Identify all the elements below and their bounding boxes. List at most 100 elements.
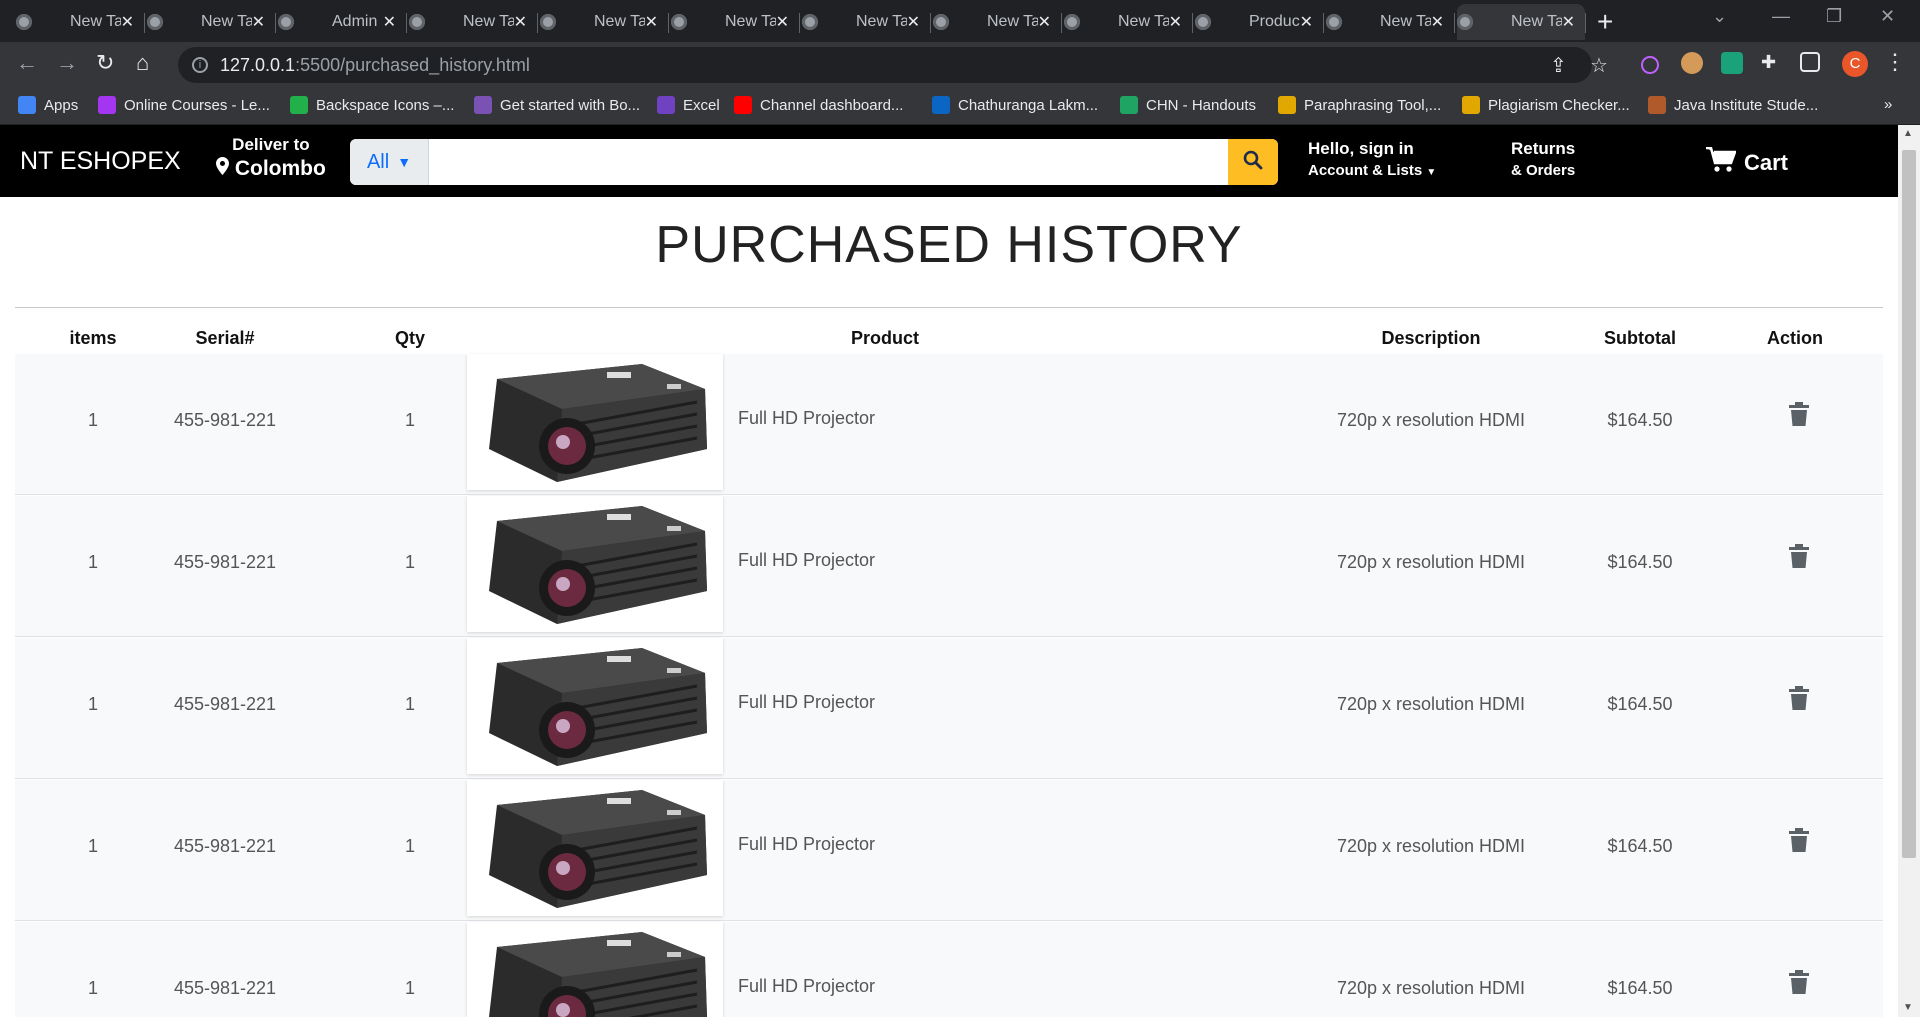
browser-tab[interactable]: New Tab ✕ — [933, 4, 1062, 40]
browser-tab[interactable]: New Tab ✕ — [671, 4, 800, 40]
restore-button[interactable]: ❐ — [1826, 6, 1842, 27]
side-panel-icon[interactable] — [1800, 52, 1820, 72]
extension-cookie-icon[interactable] — [1681, 52, 1703, 74]
browser-menu-icon[interactable]: ⋮ — [1884, 49, 1906, 75]
close-tab-icon[interactable]: ✕ — [1169, 12, 1182, 32]
tab-title: New Tab — [70, 13, 121, 30]
product-image[interactable] — [467, 354, 723, 490]
close-tab-icon[interactable]: ✕ — [252, 12, 265, 32]
tab-title: New Tab — [1118, 13, 1169, 30]
bookmark-item[interactable]: Plagiarism Checker... — [1462, 96, 1630, 114]
profile-avatar[interactable]: C — [1842, 51, 1868, 77]
bookmarks-overflow-icon[interactable]: » — [1884, 96, 1892, 113]
tab-search-icon[interactable]: ⌄ — [1712, 6, 1727, 27]
cell-description: 720p x resolution HDMI — [1336, 410, 1526, 430]
browser-tab[interactable]: Admin Panel ✕ — [278, 4, 407, 40]
home-icon[interactable]: ⌂ — [136, 50, 149, 76]
browser-tab[interactable]: New Tab ✕ — [147, 4, 276, 40]
cell-serial: 455-981-221 — [173, 836, 277, 856]
bookmark-item[interactable]: Channel dashboard... — [734, 96, 903, 114]
search-button[interactable] — [1228, 139, 1278, 185]
cell-subtotal: $164.50 — [1607, 978, 1673, 998]
bookmark-item[interactable]: Get started with Bo... — [474, 96, 640, 114]
caret-down-icon: ▼ — [397, 154, 412, 170]
tab-separator — [144, 13, 145, 33]
browser-tab[interactable]: New Tab ✕ — [409, 4, 538, 40]
close-tab-icon[interactable]: ✕ — [1300, 12, 1313, 32]
bookmark-item[interactable]: Online Courses - Le... — [98, 96, 270, 114]
close-tab-icon[interactable]: ✕ — [907, 12, 920, 32]
globe-icon — [933, 14, 949, 30]
browser-tab[interactable]: New Tab ✕ — [1064, 4, 1193, 40]
browser-tab[interactable]: New Tab ✕ — [16, 4, 145, 40]
bookmark-item[interactable]: Chathuranga Lakm... — [932, 96, 1098, 114]
address-bar[interactable]: i 127.0.0.1:5500/purchased_history.html — [178, 47, 1592, 83]
deliver-location: Colombo — [234, 157, 326, 180]
new-tab-button[interactable]: + — [1597, 6, 1613, 38]
browser-tab[interactable]: New Tab ✕ — [1326, 4, 1455, 40]
product-image[interactable] — [467, 922, 723, 1017]
product-image[interactable] — [467, 496, 723, 632]
reload-icon[interactable]: ↻ — [96, 50, 114, 76]
url-host: 127.0.0.1 — [220, 54, 296, 75]
bookmark-label: Excel — [683, 96, 720, 114]
delete-button[interactable] — [1789, 544, 1809, 573]
bookmark-item[interactable]: Apps — [18, 96, 78, 114]
bookmark-item[interactable]: Paraphrasing Tool,... — [1278, 96, 1441, 114]
forward-icon[interactable]: → — [56, 50, 78, 76]
bookmark-item[interactable]: Backspace Icons –... — [290, 96, 454, 114]
close-tab-icon[interactable]: ✕ — [383, 12, 396, 32]
site-info-icon[interactable]: i — [192, 57, 208, 73]
product-image[interactable] — [467, 780, 723, 916]
backspace-icon — [290, 96, 308, 114]
globe-icon — [278, 14, 294, 30]
account-menu[interactable]: Hello, sign in Account & Lists ▼ — [1308, 139, 1436, 179]
browser-tab[interactable]: New Tab ✕ — [1457, 4, 1586, 40]
close-tab-icon[interactable]: ✕ — [121, 12, 134, 32]
delete-button[interactable] — [1789, 970, 1809, 999]
search-input[interactable] — [429, 139, 1228, 185]
returns-orders-link[interactable]: Returns & Orders — [1511, 139, 1575, 179]
bookmark-star-icon[interactable]: ☆ — [1590, 53, 1608, 78]
cell-qty: 1 — [404, 552, 415, 572]
search-category-dropdown[interactable]: All ▼ — [350, 139, 429, 185]
trash-icon — [1789, 544, 1809, 572]
close-tab-icon[interactable]: ✕ — [645, 12, 658, 32]
tab-title: New Tab — [201, 13, 252, 30]
product-image[interactable] — [467, 638, 723, 774]
tab-title: New Tab — [856, 13, 907, 30]
deliver-to[interactable]: Deliver to Colombo — [216, 135, 326, 181]
close-tab-icon[interactable]: ✕ — [776, 12, 789, 32]
cart-link[interactable]: Cart — [1706, 146, 1788, 179]
delete-button[interactable] — [1789, 402, 1809, 431]
browser-tab[interactable]: New Tab ✕ — [802, 4, 931, 40]
extension-translate-icon[interactable] — [1721, 52, 1743, 74]
close-window-button[interactable]: ✕ — [1880, 6, 1895, 27]
cell-description: 720p x resolution HDMI — [1336, 978, 1526, 998]
bookmark-item[interactable]: Java Institute Stude... — [1648, 96, 1818, 114]
close-tab-icon[interactable]: ✕ — [514, 12, 527, 32]
delete-button[interactable] — [1789, 686, 1809, 715]
returns-label: Returns — [1511, 139, 1576, 158]
browser-tab[interactable]: New Tab ✕ — [540, 4, 669, 40]
close-tab-icon[interactable]: ✕ — [1038, 12, 1051, 32]
close-tab-icon[interactable]: ✕ — [1431, 12, 1444, 32]
share-icon[interactable]: ⇪ — [1550, 53, 1567, 78]
scroll-down-arrow-icon[interactable]: ▼ — [1903, 1002, 1913, 1013]
close-tab-icon[interactable]: ✕ — [1562, 12, 1575, 32]
bookmark-item[interactable]: Excel — [657, 96, 720, 114]
delete-button[interactable] — [1789, 828, 1809, 857]
brand-logo[interactable]: NT ESHOPEX — [20, 147, 181, 176]
globe-icon — [147, 14, 163, 30]
browser-tab[interactable]: Product ✕ — [1195, 4, 1324, 40]
scroll-up-arrow-icon[interactable]: ▲ — [1903, 128, 1913, 139]
cell-item: 1 — [87, 694, 98, 714]
extension-radio-icon[interactable] — [1641, 56, 1659, 74]
bookmark-label: Java Institute Stude... — [1674, 96, 1819, 114]
globe-icon — [1195, 14, 1211, 30]
extensions-puzzle-icon[interactable]: ✚ — [1761, 52, 1783, 74]
minimize-button[interactable]: — — [1772, 6, 1790, 27]
back-icon[interactable]: ← — [16, 50, 38, 76]
scrollbar-thumb[interactable] — [1902, 150, 1916, 858]
bookmark-item[interactable]: CHN - Handouts — [1120, 96, 1256, 114]
